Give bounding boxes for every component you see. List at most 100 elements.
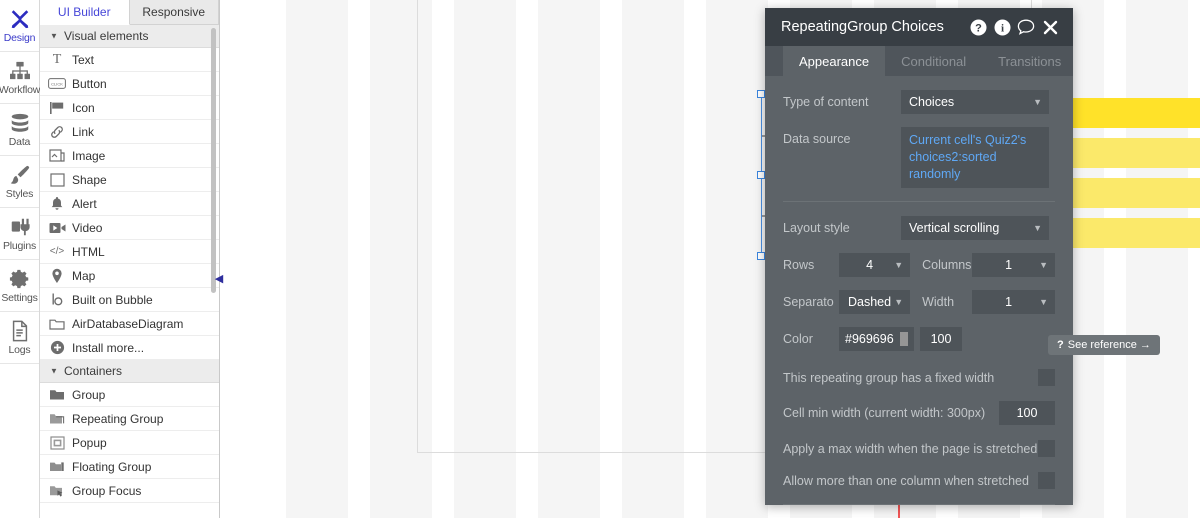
label-width: Width bbox=[922, 295, 955, 309]
chevron-down-icon: ▼ bbox=[1033, 223, 1042, 233]
section-visual-elements[interactable]: ▼ Visual elements bbox=[40, 25, 219, 48]
palette-item-link[interactable]: Link bbox=[40, 120, 219, 144]
row-color: Color #969696 100 bbox=[783, 327, 1055, 351]
palette-item-group-focus[interactable]: Group Focus bbox=[40, 479, 219, 503]
rail-item-data[interactable]: Data bbox=[0, 104, 39, 156]
button-icon: CLICK bbox=[46, 78, 68, 89]
folder-icon bbox=[46, 388, 68, 401]
rail-label-design: Design bbox=[3, 32, 36, 44]
label-data-source: Data source bbox=[783, 132, 851, 146]
properties-panel-header[interactable]: RepeatingGroup Choices ? i bbox=[765, 8, 1073, 46]
palette-label-map: Map bbox=[72, 268, 96, 283]
rail-label-styles: Styles bbox=[5, 188, 34, 200]
rail-spacer bbox=[0, 364, 39, 518]
label-color: Color bbox=[783, 332, 813, 346]
value-separator: Dashed bbox=[848, 295, 892, 309]
group-focus-icon bbox=[46, 484, 68, 498]
palette-item-image[interactable]: Image bbox=[40, 144, 219, 168]
select-separator[interactable]: Dashed ▼ bbox=[839, 290, 911, 314]
field-data-source[interactable]: Current cell's Quiz2's choices2:sorted r… bbox=[901, 127, 1049, 188]
field-color-opacity[interactable]: 100 bbox=[920, 327, 962, 351]
element-palette-panel: UI Builder Responsive ▼ Visual elements … bbox=[40, 0, 220, 518]
resize-handle-middle-left[interactable] bbox=[757, 171, 765, 179]
checkbox-multi-column[interactable] bbox=[1038, 472, 1055, 489]
left-icon-rail: Design Workflow Data Styles Plugins Sett… bbox=[0, 0, 40, 518]
palette-label-repeating-group: Repeating Group bbox=[72, 411, 164, 426]
rail-item-logs[interactable]: Logs bbox=[0, 312, 39, 364]
help-icon[interactable]: ? bbox=[967, 16, 989, 38]
resize-handle-top-left[interactable] bbox=[757, 90, 765, 98]
label-multi-column: Allow more than one column when stretche… bbox=[783, 473, 1029, 488]
rail-item-workflow[interactable]: Workflow bbox=[0, 52, 40, 104]
palette-item-alert[interactable]: Alert bbox=[40, 192, 219, 216]
tab-appearance[interactable]: Appearance bbox=[783, 46, 886, 76]
row-data-source: Data source Current cell's Quiz2's choic… bbox=[783, 127, 1055, 188]
palette-label-link: Link bbox=[72, 124, 95, 139]
palette-label-airdatabasediagram: AirDatabaseDiagram bbox=[72, 316, 184, 331]
value-layout-style: Vertical scrolling bbox=[909, 221, 1000, 235]
palette-item-built-on-bubble[interactable]: Built on Bubble bbox=[40, 288, 219, 312]
palette-item-airdatabasediagram[interactable]: AirDatabaseDiagram bbox=[40, 312, 219, 336]
bubble-editor-window: Design Workflow Data Styles Plugins Sett… bbox=[0, 0, 1200, 518]
rail-item-design[interactable]: Design bbox=[0, 0, 39, 52]
row-type-of-content: Type of content Choices ▼ bbox=[783, 90, 1055, 114]
chevron-down-icon: ▼ bbox=[1039, 260, 1048, 270]
select-layout-style[interactable]: Vertical scrolling ▼ bbox=[901, 216, 1049, 240]
rail-item-settings[interactable]: Settings bbox=[0, 260, 39, 312]
chevron-down-icon: ▼ bbox=[1033, 97, 1042, 107]
checkbox-fixed-width[interactable] bbox=[1038, 369, 1055, 386]
field-color-hex[interactable]: #969696 bbox=[839, 327, 914, 351]
resize-handle-bottom-left[interactable] bbox=[757, 252, 765, 260]
palette-label-alert: Alert bbox=[72, 196, 97, 211]
comment-icon[interactable] bbox=[1015, 16, 1037, 38]
tab-conditional[interactable]: Conditional bbox=[885, 46, 982, 76]
row-max-width: Apply a max width when the page is stret… bbox=[783, 440, 1055, 457]
field-cell-min-width[interactable]: 100 bbox=[999, 401, 1055, 425]
database-icon bbox=[9, 111, 31, 135]
close-icon[interactable] bbox=[1039, 16, 1061, 38]
flag-icon bbox=[46, 101, 68, 115]
palette-item-text[interactable]: T Text bbox=[40, 48, 219, 72]
select-rows[interactable]: 4 ▼ bbox=[839, 253, 911, 277]
palette-item-floating-group[interactable]: Floating Group bbox=[40, 455, 219, 479]
palette-item-group[interactable]: Group bbox=[40, 383, 219, 407]
palette-item-map[interactable]: Map bbox=[40, 264, 219, 288]
row-cell-min-width: Cell min width (current width: 300px) 10… bbox=[783, 401, 1055, 425]
palette-item-install-more[interactable]: Install more... bbox=[40, 336, 219, 360]
tab-transitions[interactable]: Transitions bbox=[982, 46, 1073, 76]
folder-outline-icon bbox=[46, 317, 68, 330]
select-columns[interactable]: 1 ▼ bbox=[972, 253, 1055, 277]
label-columns: Columns bbox=[922, 258, 972, 272]
palette-item-html[interactable]: </> HTML bbox=[40, 240, 219, 264]
value-columns: 1 bbox=[1005, 258, 1013, 272]
checkbox-max-width[interactable] bbox=[1038, 440, 1055, 457]
color-swatch[interactable] bbox=[899, 332, 908, 346]
palette-item-button[interactable]: CLICK Button bbox=[40, 72, 219, 96]
palette-label-text: Text bbox=[72, 52, 95, 67]
palette-item-icon[interactable]: Icon bbox=[40, 96, 219, 120]
palette-item-popup[interactable]: Popup bbox=[40, 431, 219, 455]
workflow-icon bbox=[9, 59, 31, 83]
see-reference-tooltip[interactable]: ? See reference → bbox=[1048, 335, 1160, 355]
tab-responsive[interactable]: Responsive bbox=[129, 0, 219, 25]
info-icon[interactable]: i bbox=[991, 16, 1013, 38]
properties-panel: RepeatingGroup Choices ? i Appearance Co… bbox=[765, 8, 1073, 505]
value-width: 1 bbox=[1005, 295, 1013, 309]
rail-item-styles[interactable]: Styles bbox=[0, 156, 39, 208]
select-width[interactable]: 1 ▼ bbox=[972, 290, 1055, 314]
palette-item-shape[interactable]: Shape bbox=[40, 168, 219, 192]
svg-text:?: ? bbox=[975, 22, 982, 34]
rail-item-plugins[interactable]: Plugins bbox=[0, 208, 39, 260]
bubble-logo-icon bbox=[46, 292, 68, 307]
tab-ui-builder[interactable]: UI Builder bbox=[40, 0, 130, 25]
properties-panel-body: Type of content Choices ▼ Data source Cu… bbox=[765, 76, 1073, 505]
section-containers[interactable]: ▼ Containers bbox=[40, 360, 219, 383]
panel-collapse-arrow-icon[interactable]: ◀ bbox=[213, 270, 225, 286]
palette-item-repeating-group[interactable]: Repeating Group bbox=[40, 407, 219, 431]
divider bbox=[783, 201, 1055, 202]
palette-item-video[interactable]: Video bbox=[40, 216, 219, 240]
palette-label-popup: Popup bbox=[72, 435, 107, 450]
select-type-of-content[interactable]: Choices ▼ bbox=[901, 90, 1049, 114]
palette-scrollbar[interactable] bbox=[211, 28, 216, 293]
code-icon: </> bbox=[49, 246, 65, 257]
